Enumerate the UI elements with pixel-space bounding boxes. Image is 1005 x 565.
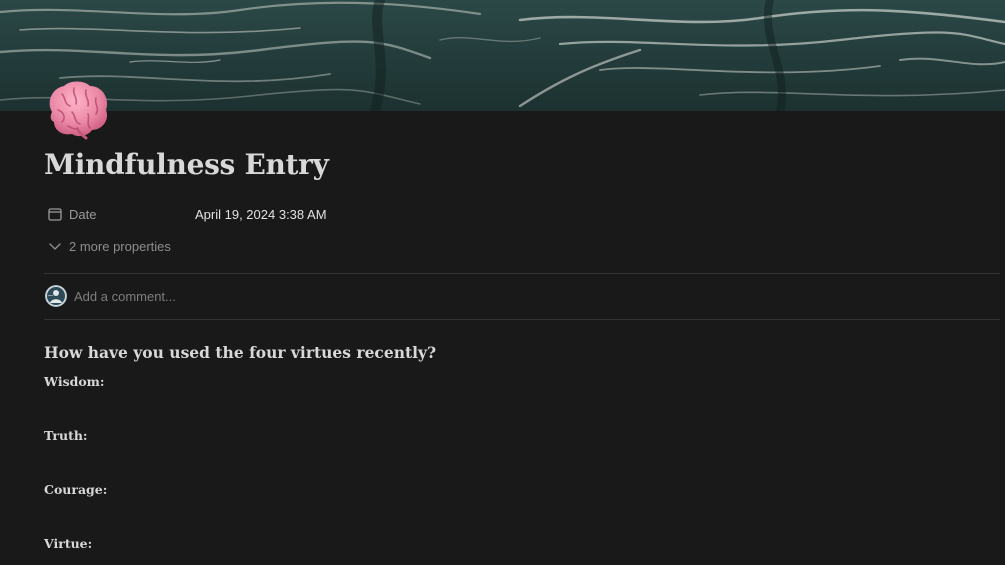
avatar	[45, 285, 67, 307]
divider	[44, 273, 1000, 274]
page-title[interactable]: Mindfulness Entry	[44, 148, 329, 181]
page-cover-image[interactable]	[0, 0, 1005, 111]
more-properties-label: 2 more properties	[69, 238, 171, 254]
chevron-down-icon	[47, 238, 63, 254]
divider	[44, 319, 1000, 320]
calendar-icon	[47, 206, 63, 222]
property-label-date: Date	[69, 206, 97, 222]
comment-input[interactable]	[74, 288, 474, 304]
brain-emoji-icon[interactable]	[44, 78, 112, 140]
more-properties-toggle[interactable]: 2 more properties	[44, 234, 171, 258]
virtue-label-virtue[interactable]: Virtue:	[44, 536, 92, 551]
virtue-label-wisdom[interactable]: Wisdom:	[44, 374, 105, 389]
virtue-label-courage[interactable]: Courage:	[44, 482, 107, 497]
property-date[interactable]: Date April 19, 2024 3:38 AM	[44, 202, 327, 226]
content-heading[interactable]: How have you used the four virtues recen…	[44, 343, 436, 362]
water-texture	[0, 0, 1005, 111]
property-value-date[interactable]: April 19, 2024 3:38 AM	[195, 207, 327, 222]
virtue-label-truth[interactable]: Truth:	[44, 428, 88, 443]
comment-row	[44, 284, 474, 308]
